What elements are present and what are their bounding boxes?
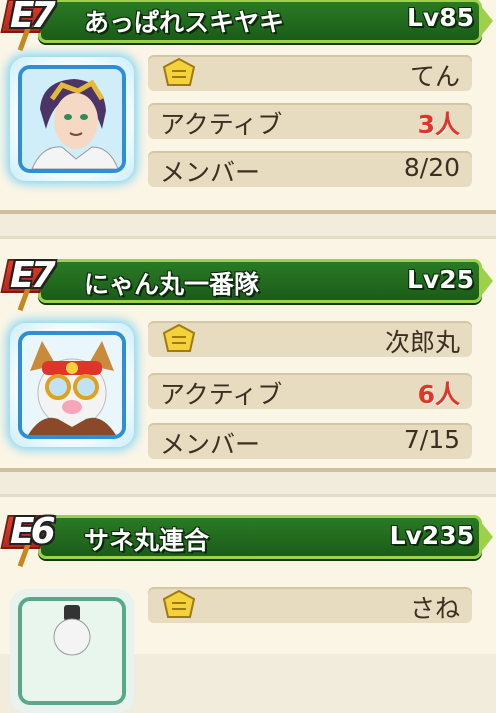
active-row: アクティブ 6人 — [148, 373, 472, 409]
samurai-avatar-icon — [22, 69, 122, 169]
sane-avatar-icon — [22, 601, 122, 701]
leader-row: てん — [148, 55, 472, 91]
team-card[interactable]: E7 にゃん丸一番隊 Lv25 次郎丸 アクティブ 6人 メンバー 7/15 — [0, 236, 496, 472]
member-row: メンバー 7/15 — [148, 423, 472, 459]
member-count: 7/15 — [403, 425, 460, 454]
team-name: にゃん丸一番隊 — [84, 270, 260, 299]
leader-avatar[interactable] — [10, 323, 134, 447]
leader-name: 次郎丸 — [384, 328, 460, 357]
active-count: 6人 — [417, 380, 460, 409]
leader-name: さね — [409, 594, 460, 623]
nyan-maru-avatar-icon — [22, 335, 122, 435]
member-label: メンバー — [160, 430, 261, 459]
team-level: Lv85 — [406, 3, 474, 32]
team-card[interactable]: E6 サネ丸連合 Lv235 さね — [0, 494, 496, 713]
member-label: メンバー — [160, 158, 261, 187]
leader-avatar[interactable] — [10, 57, 134, 181]
team-name: あっぱれスキヤキ — [84, 8, 285, 37]
team-level: Lv25 — [406, 265, 474, 294]
team-level: Lv235 — [389, 521, 474, 550]
rank-badge: E7 — [0, 253, 66, 312]
rank-label: E7 — [10, 0, 56, 36]
leader-name: てん — [409, 62, 460, 91]
leader-row: さね — [148, 587, 472, 623]
rank-label: E6 — [10, 511, 56, 552]
guild-crest-icon — [162, 323, 196, 352]
active-label: アクティブ — [160, 380, 283, 409]
leader-avatar[interactable] — [10, 589, 134, 713]
leader-row: 次郎丸 — [148, 321, 472, 357]
active-label: アクティブ — [160, 110, 283, 139]
active-row: アクティブ 3人 — [148, 103, 472, 139]
active-count: 3人 — [417, 110, 460, 139]
member-count: 8/20 — [403, 153, 460, 182]
team-card[interactable]: E7 あっぱれスキヤキ Lv85 てん アクティブ 3人 メンバー 8/20 — [0, 0, 496, 214]
guild-crest-icon — [162, 589, 196, 618]
rank-badge: E7 — [0, 0, 66, 52]
team-name: サネ丸連合 — [84, 526, 210, 555]
rank-label: E7 — [10, 255, 56, 296]
member-row: メンバー 8/20 — [148, 151, 472, 187]
guild-crest-icon — [162, 57, 196, 86]
rank-badge: E6 — [0, 509, 66, 568]
